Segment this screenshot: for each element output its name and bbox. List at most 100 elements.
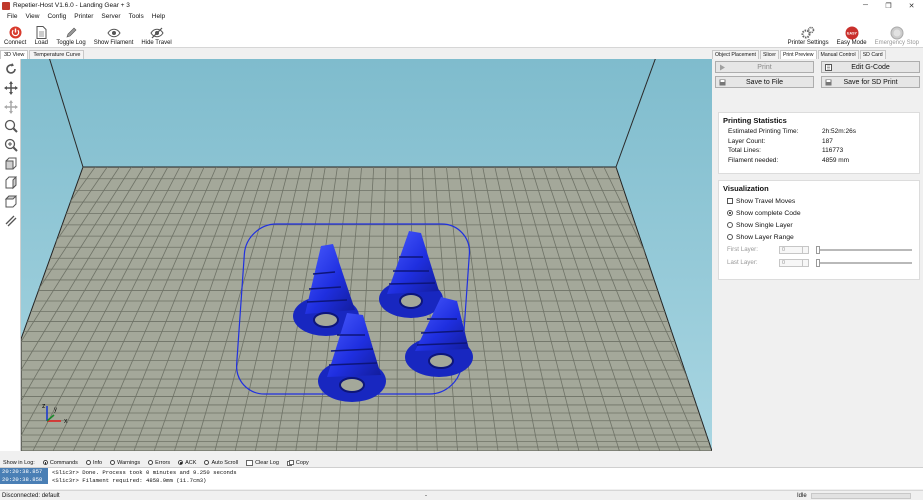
- print-bed-scene: x z y: [21, 59, 712, 451]
- log-filter-bar: Show in Log: Commands Info Warnings Erro…: [0, 458, 923, 467]
- connect-button[interactable]: Connect: [0, 22, 30, 48]
- show-travel-checkbox[interactable]: Show Travel Moves: [719, 195, 919, 207]
- easy-badge-text: EASY: [847, 31, 857, 35]
- move-icon[interactable]: [0, 78, 21, 97]
- first-layer-spinner[interactable]: 0: [779, 245, 809, 254]
- menu-help[interactable]: Help: [148, 13, 169, 20]
- menu-printer[interactable]: Printer: [70, 13, 97, 20]
- log-filter-commands[interactable]: Commands: [42, 460, 78, 466]
- last-layer-slider[interactable]: [816, 258, 912, 267]
- log-auto-scroll[interactable]: Auto Scroll: [204, 460, 238, 466]
- side-view-icon[interactable]: [0, 173, 21, 192]
- parallel-projection-icon[interactable]: [0, 211, 21, 230]
- copy-button[interactable]: Copy: [286, 459, 309, 466]
- save-sd-button[interactable]: Save for SD Print: [821, 76, 920, 88]
- toggle-indicator: [85, 460, 91, 465]
- tab-object-placement[interactable]: Object Placement: [712, 50, 759, 59]
- log-area[interactable]: 20:20:38.857 <Slic3r> Done. Process took…: [0, 467, 923, 489]
- menu-file[interactable]: File: [3, 13, 21, 20]
- log-filter-info[interactable]: Info: [85, 460, 102, 466]
- eye-icon: [106, 26, 121, 39]
- save-icon: [719, 79, 726, 86]
- rotate-icon[interactable]: [0, 59, 21, 78]
- tab-3d-view[interactable]: 3D View: [0, 50, 29, 59]
- show-single-layer-radio[interactable]: Show Single Layer: [719, 219, 919, 231]
- connect-label: Connect: [4, 40, 27, 46]
- log-line: 20:20:38.857 <Slic3r> Done. Process took…: [0, 468, 923, 476]
- axis-z-label: z: [42, 403, 46, 410]
- zoom-fit-icon[interactable]: [0, 135, 21, 154]
- save-to-file-button[interactable]: Save to File: [715, 76, 814, 88]
- first-layer-slider[interactable]: [816, 245, 912, 254]
- show-layer-range-radio[interactable]: Show Layer Range: [719, 231, 919, 243]
- menu-tools[interactable]: Tools: [125, 13, 148, 20]
- show-in-log-label: Show in Log:: [3, 459, 35, 466]
- tab-sd-card[interactable]: SD Card: [859, 50, 886, 59]
- emergency-stop-label: Emergency Stop: [874, 40, 919, 46]
- copy-icon: [286, 459, 294, 466]
- eye-slash-icon: [149, 26, 164, 39]
- load-label: Load: [34, 40, 49, 46]
- radio-dot-selected: [727, 210, 733, 216]
- show-filament-button[interactable]: Show Filament: [90, 22, 138, 48]
- menu-view[interactable]: View: [21, 13, 43, 20]
- clear-icon: [246, 459, 254, 466]
- radio-dot: [727, 234, 733, 240]
- zoom-in-icon[interactable]: [0, 116, 21, 135]
- minimize-button[interactable]: ─: [854, 2, 877, 10]
- close-button[interactable]: ✕: [900, 2, 923, 10]
- preview-actions-row-1: Print Edit G-Code: [715, 61, 920, 73]
- power-icon: [8, 26, 22, 39]
- checkbox-box: [727, 198, 733, 204]
- axis-x-label: x: [64, 418, 68, 425]
- load-button[interactable]: Load: [30, 22, 52, 48]
- emergency-stop-button[interactable]: Emergency Stop: [871, 22, 923, 48]
- hide-travel-button[interactable]: Hide Travel: [137, 22, 175, 48]
- stats-title: Printing Statistics: [723, 116, 787, 125]
- toggle-indicator: [42, 460, 48, 465]
- log-filter-warnings[interactable]: Warnings: [110, 460, 140, 466]
- gears-icon: [801, 26, 815, 39]
- document-icon: [34, 26, 48, 39]
- save-sd-label: Save for SD Print: [843, 78, 898, 86]
- clear-log-button[interactable]: Clear Log: [246, 459, 279, 466]
- view-toolbox: [0, 59, 21, 451]
- toggle-indicator: [110, 460, 116, 465]
- view-tabs: 3D View Temperature Curve: [0, 49, 712, 59]
- toggle-log-label: Toggle Log: [56, 40, 86, 46]
- menu-server[interactable]: Server: [97, 13, 124, 20]
- maximize-button[interactable]: ❐: [877, 2, 900, 10]
- preview-actions-row-2: Save to File Save for SD Print: [715, 76, 920, 88]
- log-timestamp: 20:20:38.857: [0, 468, 48, 476]
- connection-status: Disconnected: default: [2, 492, 60, 499]
- right-panel: Object Placement Slicer Print Preview Ma…: [712, 49, 923, 455]
- tab-manual-control[interactable]: Manual Control: [817, 50, 859, 59]
- edit-gcode-button[interactable]: Edit G-Code: [821, 61, 920, 73]
- front-view-icon[interactable]: [0, 154, 21, 173]
- move-object-icon[interactable]: [0, 97, 21, 116]
- hide-travel-label: Hide Travel: [141, 40, 172, 46]
- show-complete-radio[interactable]: Show complete Code: [719, 207, 919, 219]
- printing-statistics-panel: Printing Statistics Estimated Printing T…: [718, 112, 920, 174]
- stop-icon: [890, 26, 904, 39]
- status-separator: -: [425, 492, 427, 499]
- log-timestamp: 20:20:38.858: [0, 476, 48, 484]
- last-layer-spinner[interactable]: 0: [779, 258, 809, 267]
- tab-slicer[interactable]: Slicer: [759, 50, 779, 59]
- toggle-log-button[interactable]: Toggle Log: [52, 22, 89, 48]
- printer-settings-button[interactable]: Printer Settings: [784, 22, 833, 48]
- tab-print-preview[interactable]: Print Preview: [779, 50, 817, 59]
- 3d-viewport[interactable]: x z y: [21, 59, 712, 451]
- visualization-title: Visualization: [723, 184, 769, 193]
- save-to-file-label: Save to File: [746, 78, 783, 86]
- tab-temperature-curve[interactable]: Temperature Curve: [29, 50, 85, 59]
- print-button[interactable]: Print: [715, 61, 814, 73]
- log-filter-errors[interactable]: Errors: [148, 460, 170, 466]
- top-view-icon[interactable]: [0, 192, 21, 211]
- pencil-icon: [64, 26, 78, 39]
- menu-config[interactable]: Config: [43, 13, 70, 20]
- easy-mode-button[interactable]: EASY Easy Mode: [833, 22, 871, 48]
- log-filter-ack[interactable]: ACK: [178, 460, 196, 466]
- log-line: 20:20:38.858 <Slic3r> Filament required:…: [0, 476, 923, 484]
- status-bar: Disconnected: default - Idle: [0, 490, 923, 500]
